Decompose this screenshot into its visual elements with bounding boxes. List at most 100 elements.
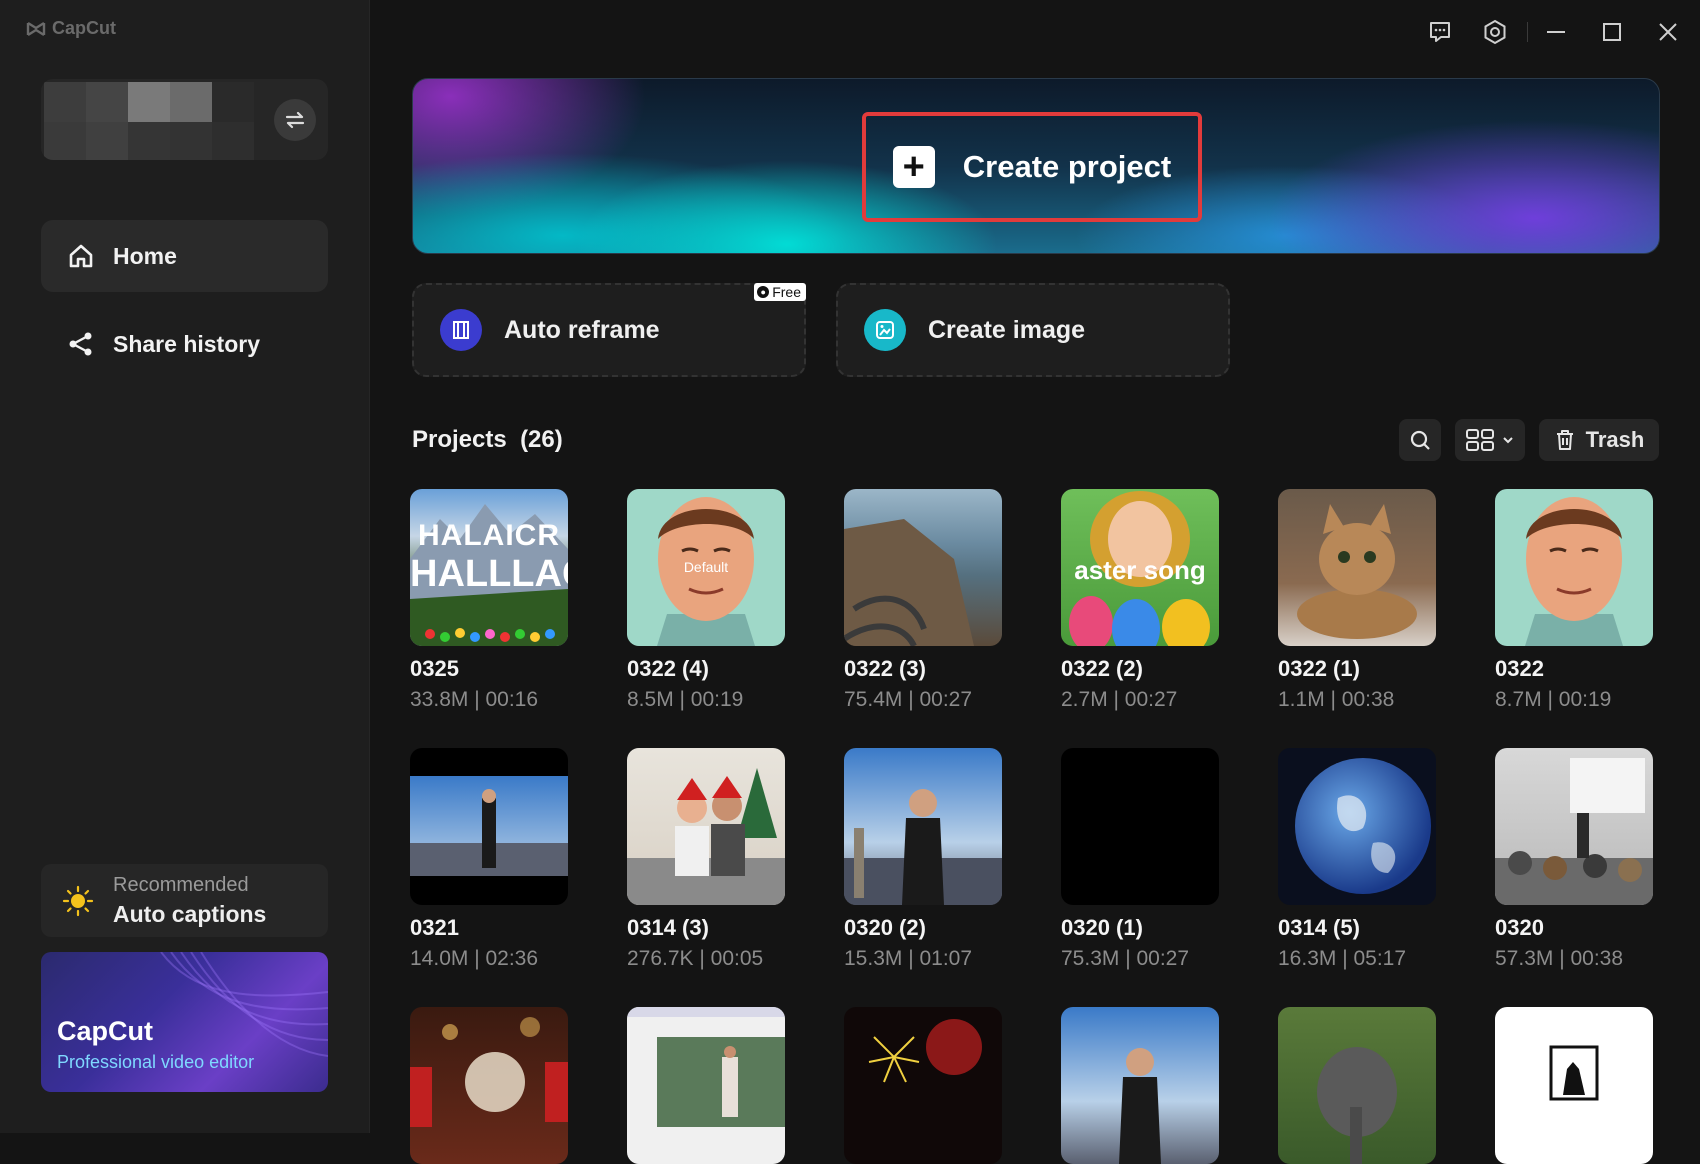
recommended-label: Recommended <box>113 873 249 896</box>
project-meta: 8.5M | 00:19 <box>627 688 744 711</box>
free-badge-label: Free <box>772 284 801 300</box>
project-card[interactable]: 0314 (5) 16.3M | 05:17 <box>1278 748 1436 971</box>
project-card[interactable]: aster song 0322 (2) 2.7M | 00:27 <box>1061 489 1219 712</box>
project-name: 0320 <box>1495 915 1544 940</box>
project-name: 0322 <box>1495 656 1544 681</box>
trash-icon <box>1556 430 1573 450</box>
projects-count: (26) <box>520 426 563 453</box>
create-image-label: Create image <box>928 315 1086 344</box>
project-meta: 15.3M | 01:07 <box>844 947 973 970</box>
trash-button[interactable]: Trash <box>1539 419 1659 461</box>
project-thumbnail <box>1495 1007 1653 1164</box>
hero-banner: + Create project <box>412 78 1660 254</box>
recommended-title: Auto captions <box>113 900 267 927</box>
project-card[interactable]: 0322 (3) 75.4M | 00:27 <box>844 489 1002 712</box>
reframe-icon <box>440 309 482 351</box>
project-meta: 14.0M | 02:36 <box>410 947 539 970</box>
project-card[interactable] <box>410 1007 568 1164</box>
project-thumbnail: Default <box>627 489 785 646</box>
auto-reframe-label: Auto reframe <box>504 315 660 344</box>
lightbulb-icon <box>62 885 94 916</box>
trash-label: Trash <box>1585 427 1645 452</box>
promo-banner[interactable]: CapCut Professional video editor <box>41 952 328 1092</box>
minimize-button[interactable] <box>1542 18 1570 46</box>
badge-dot-icon: ● <box>757 286 770 298</box>
project-name: 0320 (2) <box>844 915 926 940</box>
project-thumbnail <box>1495 748 1653 905</box>
projects-title: Projects <box>412 426 507 453</box>
project-thumbnail <box>1061 1007 1219 1164</box>
sidebar-item-home[interactable]: Home <box>41 220 328 292</box>
project-meta: 33.8M | 00:16 <box>410 688 539 711</box>
project-card[interactable] <box>844 1007 1002 1164</box>
sidebar: CapCut Home Share history Recommended Au… <box>0 0 370 1133</box>
account-card[interactable] <box>41 79 328 160</box>
project-thumbnail <box>844 748 1002 905</box>
project-meta: 276.7K | 00:05 <box>627 947 764 970</box>
capcut-logo-icon <box>26 21 46 36</box>
app-name: CapCut <box>52 18 116 38</box>
sidebar-item-label: Home <box>113 242 177 269</box>
recommended-auto-captions[interactable]: Recommended Auto captions <box>41 864 328 937</box>
project-card[interactable] <box>1278 1007 1436 1164</box>
project-thumbnail <box>1278 489 1436 646</box>
project-thumbnail <box>1278 1007 1436 1164</box>
maximize-button[interactable] <box>1598 18 1626 46</box>
search-projects-button[interactable] <box>1399 419 1441 461</box>
project-card[interactable] <box>1495 1007 1653 1164</box>
gear-icon <box>1484 19 1506 45</box>
project-name: 0322 (2) <box>1061 656 1143 681</box>
project-card[interactable]: 0322 8.7M | 00:19 <box>1495 489 1653 712</box>
project-card[interactable] <box>627 1007 785 1164</box>
grid-view-icon <box>1466 429 1494 451</box>
project-name: 0322 (1) <box>1278 656 1360 681</box>
maximize-icon <box>1603 23 1621 41</box>
image-icon <box>864 309 906 351</box>
projects-heading: Projects (26) <box>412 426 563 454</box>
create-image-card[interactable]: Create image <box>836 283 1230 377</box>
create-project-label: Create project <box>962 149 1172 184</box>
plus-icon: + <box>892 146 935 188</box>
minimize-icon <box>1547 31 1565 33</box>
project-meta: 75.4M | 00:27 <box>844 688 973 711</box>
close-button[interactable] <box>1654 18 1682 46</box>
chevron-down-icon <box>1503 437 1513 444</box>
project-card[interactable] <box>1061 1007 1219 1164</box>
project-thumbnail <box>1278 748 1436 905</box>
capcut-logo: CapCut <box>26 18 116 39</box>
create-project-button[interactable]: + Create project <box>862 112 1202 222</box>
avatar <box>44 82 258 160</box>
project-card[interactable]: 0320 (2) 15.3M | 01:07 <box>844 748 1002 971</box>
view-mode-dropdown[interactable] <box>1455 419 1525 461</box>
project-name: 0320 (1) <box>1061 915 1143 940</box>
sidebar-item-share-history[interactable]: Share history <box>41 308 328 380</box>
search-icon <box>1410 430 1430 450</box>
project-card[interactable]: Default 0322 (4) 8.5M | 00:19 <box>627 489 785 712</box>
project-thumbnail: aster song <box>1061 489 1219 646</box>
project-card[interactable]: 0314 (3) 276.7K | 00:05 <box>627 748 785 971</box>
project-card[interactable]: 0320 (1) 75.3M | 00:27 <box>1061 748 1219 971</box>
project-meta: 2.7M | 00:27 <box>1061 688 1178 711</box>
home-icon <box>69 244 93 268</box>
feedback-icon <box>1430 22 1450 42</box>
project-name: 0325 <box>410 656 459 681</box>
feedback-button[interactable] <box>1426 18 1454 46</box>
project-thumbnail <box>1495 489 1653 646</box>
project-meta: 75.3M | 00:27 <box>1061 947 1190 970</box>
auto-reframe-card[interactable]: Auto reframe ● Free <box>412 283 806 377</box>
sidebar-item-label: Share history <box>113 330 260 357</box>
project-name: 0314 (5) <box>1278 915 1360 940</box>
settings-button[interactable] <box>1481 18 1509 46</box>
project-card[interactable]: 0321 14.0M | 02:36 <box>410 748 568 971</box>
project-card[interactable]: HALAICR HALLLACH 0325 33.8M | 00:16 <box>410 489 568 712</box>
project-thumbnail <box>844 1007 1002 1164</box>
project-name: 0322 (3) <box>844 656 926 681</box>
project-name: 0322 (4) <box>627 656 709 681</box>
project-thumbnail <box>627 748 785 905</box>
switch-account-button[interactable] <box>274 99 316 141</box>
project-card[interactable]: 0322 (1) 1.1M | 00:38 <box>1278 489 1436 712</box>
project-thumbnail <box>844 489 1002 646</box>
project-thumbnail <box>627 1007 785 1164</box>
titlebar-divider <box>1527 22 1528 42</box>
project-card[interactable]: 0320 57.3M | 00:38 <box>1495 748 1653 971</box>
